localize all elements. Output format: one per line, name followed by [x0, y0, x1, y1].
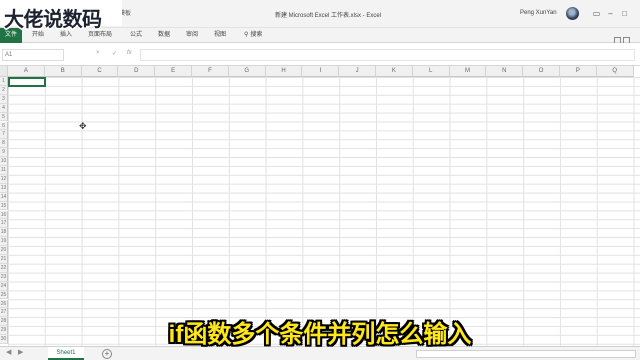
tab-view[interactable]: 视图	[214, 28, 226, 43]
row-header[interactable]: 13	[0, 183, 8, 193]
sheet-prev-icon[interactable]: ◀	[6, 348, 11, 356]
search-icon: ⚲	[244, 32, 249, 38]
ribbon-tools	[612, 31, 632, 44]
column-header[interactable]: L	[412, 66, 450, 77]
column-header[interactable]: J	[339, 66, 376, 77]
video-subtitle: if函数多个条件并列怎么输入	[168, 321, 472, 348]
sheet-next-icon[interactable]: ▶	[18, 348, 23, 356]
row-header[interactable]: 8	[0, 139, 8, 149]
watermark: 大佬说数码	[4, 9, 102, 31]
tab-data[interactable]: 数据	[158, 28, 170, 43]
column-header[interactable]: K	[376, 66, 413, 77]
column-header[interactable]: A	[8, 66, 45, 77]
column-header[interactable]: C	[81, 66, 119, 77]
row-header[interactable]: 12	[0, 174, 8, 184]
row-header[interactable]: 7	[0, 130, 8, 140]
add-sheet-button[interactable]: +	[102, 349, 112, 359]
row-header[interactable]: 22	[0, 263, 8, 273]
column-header[interactable]: Q	[596, 66, 634, 77]
enter-icon[interactable]: ✓	[112, 50, 117, 57]
horizontal-scrollbar[interactable]	[416, 350, 636, 358]
row-header[interactable]: 23	[0, 272, 8, 282]
row-header[interactable]: 15	[0, 201, 8, 211]
ribbon-display-icon[interactable]: ▭	[592, 9, 601, 18]
row-header[interactable]: 9	[0, 148, 8, 158]
row-header[interactable]: 6	[0, 121, 8, 131]
cross-cursor-icon: ✥	[79, 121, 87, 131]
column-header[interactable]: M	[449, 66, 487, 77]
row-header[interactable]: 24	[0, 281, 8, 291]
spreadsheet-grid: ABCDEFGHIJKLMNOPQ 1 2 3 4 5 6 7 8 9 10 11 12 13 14 15 1…	[0, 66, 640, 346]
column-header[interactable]: N	[486, 66, 524, 77]
column-header[interactable]: H	[265, 66, 303, 77]
user-name[interactable]: Peng XunYan	[520, 10, 557, 16]
column-header[interactable]: B	[44, 66, 82, 77]
row-header[interactable]: 4	[0, 103, 8, 113]
column-header[interactable]: I	[302, 66, 340, 77]
cancel-icon[interactable]: ×	[96, 50, 100, 56]
minimize-icon[interactable]: –	[606, 9, 615, 18]
column-header[interactable]: D	[118, 66, 156, 77]
row-header[interactable]: 10	[0, 157, 8, 166]
row-header[interactable]: 11	[0, 166, 8, 175]
active-cell-a1[interactable]	[8, 77, 46, 87]
row-header[interactable]: 17	[0, 219, 8, 229]
search-label: 搜索	[250, 32, 263, 38]
column-header[interactable]: F	[192, 66, 229, 77]
function-icon[interactable]: fx	[127, 50, 132, 56]
row-header[interactable]: 25	[0, 290, 8, 300]
row-header[interactable]: 21	[0, 255, 8, 264]
row-header[interactable]: 18	[0, 228, 8, 238]
row-header[interactable]: 3	[0, 94, 8, 104]
row-header[interactable]: 19	[0, 237, 8, 247]
tab-review[interactable]: 审阅	[186, 28, 198, 43]
avatar[interactable]	[566, 7, 579, 20]
row-header[interactable]: 14	[0, 192, 8, 202]
tab-formulas[interactable]: 公式	[130, 28, 142, 43]
row-header[interactable]: 16	[0, 210, 8, 220]
row-header[interactable]: 2	[0, 85, 8, 95]
row-header[interactable]: 20	[0, 246, 8, 255]
document-title: 新建 Microsoft Excel 工作表.xlsx - Excel	[275, 13, 382, 19]
name-box[interactable]: A1	[2, 49, 64, 61]
select-all-corner[interactable]	[0, 66, 8, 77]
formula-input[interactable]	[140, 49, 635, 61]
column-header[interactable]: G	[228, 66, 266, 77]
row-header[interactable]: 1	[0, 77, 8, 86]
row-header[interactable]: 5	[0, 112, 8, 122]
tab-search[interactable]: ⚲ 搜索	[244, 28, 262, 43]
column-header[interactable]: O	[523, 66, 560, 77]
maximize-icon[interactable]: □	[620, 9, 629, 18]
cell-area[interactable]	[8, 77, 640, 346]
column-header[interactable]: P	[560, 66, 597, 77]
formula-bar: A1 × ✓ fx	[0, 43, 640, 66]
column-header[interactable]: E	[155, 66, 192, 77]
row-header[interactable]: 26	[0, 299, 8, 309]
